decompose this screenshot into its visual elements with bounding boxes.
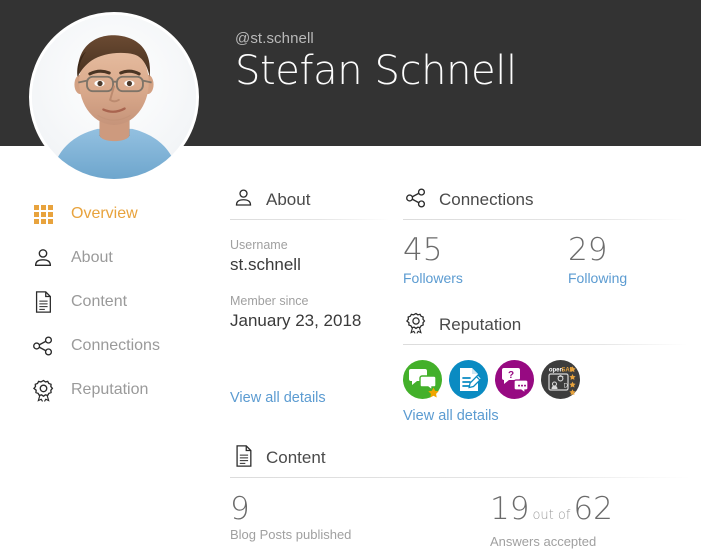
content-stats: 9 Blog Posts published 19 out of62 Answer… [230,492,690,550]
user-handle: @st.schnell [235,30,314,47]
member-since-label: Member since [230,294,309,308]
sidebar-label-connections: Connections [71,337,160,354]
username-field: Username st.schnell [230,238,390,276]
username-value: st.schnell [230,255,301,274]
about-heading: About [230,184,390,210]
award-badge-icon [403,311,429,335]
blog-posts-label: Blog Posts published [230,527,352,542]
answers-total: 62 [573,491,613,527]
opensap-stars-icon: open SAP D [548,366,576,396]
reputation-view-all-details-link[interactable]: View all details [403,408,499,424]
about-view-all-details-link[interactable]: View all details [230,390,326,406]
speech-bubbles-star-icon [409,369,439,398]
community-chat-badge[interactable] [403,360,442,399]
sidebar-item-reputation[interactable]: Reputation [0,368,205,412]
sidebar-label-content: Content [71,293,128,310]
sidebar-item-content[interactable]: Content [0,280,205,324]
answers-accepted-stat: 19 out of62 Answers accepted [490,492,613,550]
about-heading-label: About [266,190,311,209]
user-full-name: Stefan Schnell [235,48,517,94]
answers-accepted-value: 19 out of62 [490,492,613,533]
member-since-field: Member since January 23, 2018 [230,294,390,332]
member-since-value: January 23, 2018 [230,311,362,330]
reputation-section: Reputation ? open SAP D View all details [403,309,688,425]
about-divider [230,219,390,220]
reputation-heading: Reputation [403,309,688,335]
svg-text:D: D [564,384,569,390]
content-heading: Content [230,442,690,468]
connections-stats: 45 Followers 29 Following [403,232,688,287]
person-icon [28,244,58,272]
blog-author-badge[interactable] [449,360,488,399]
grid-icon [28,200,58,228]
reputation-badges: ? open SAP D [403,360,688,399]
answers-out-of-word: out of [532,508,571,523]
followers-count: 45 [403,232,443,268]
svg-text:?: ? [508,370,514,381]
person-icon [230,186,256,210]
sidebar-label-reputation: Reputation [71,381,149,398]
reputation-divider [403,344,688,345]
profile-photo [32,15,196,179]
sidebar-item-about[interactable]: About [0,236,205,280]
avatar[interactable] [29,12,199,182]
connections-divider [403,219,688,220]
connections-heading: Connections [403,184,688,210]
identity-block: @st.schnell Stefan Schnell [235,30,517,94]
sidebar-item-overview[interactable]: Overview [0,192,205,236]
sidebar-label-overview: Overview [71,205,138,222]
sidebar-nav: Overview About Content Connections Reput… [0,192,205,412]
profile-body: Overview About Content Connections Reput… [0,146,701,551]
document-icon [230,444,256,468]
opensap-badge[interactable]: open SAP D [541,360,580,399]
answers-accepted-count: 19 [490,491,530,527]
followers-label[interactable]: Followers [403,269,568,287]
connections-section: Connections 45 Followers 29 Following Re… [403,184,688,425]
document-icon [28,288,58,316]
following-stat: 29 Following [568,232,627,287]
content-section: Content 9 Blog Posts published 19 out of6… [230,442,690,550]
award-badge-icon [28,376,58,404]
question-answer-badge[interactable]: ? [495,360,534,399]
connections-heading-label: Connections [439,190,534,209]
share-nodes-icon [403,186,429,210]
following-label[interactable]: Following [568,269,627,287]
content-heading-label: Content [266,448,326,467]
sidebar-item-connections[interactable]: Connections [0,324,205,368]
question-bubbles-icon: ? [502,368,529,395]
reputation-heading-label: Reputation [439,315,522,334]
followers-stat: 45 Followers [403,232,568,287]
sidebar-label-about: About [71,249,113,266]
answers-accepted-label: Answers accepted [490,534,597,549]
about-section: About Username st.schnell Member since J… [230,184,390,407]
following-count: 29 [568,232,608,268]
username-label: Username [230,238,288,252]
blog-posts-stat: 9 Blog Posts published [230,492,490,550]
document-pencil-icon [460,368,483,391]
content-divider [230,477,690,478]
blog-posts-count: 9 [230,491,250,527]
profile-page: @st.schnell Stefan Schnell Overview Abou… [0,0,701,551]
share-nodes-icon [28,332,58,360]
